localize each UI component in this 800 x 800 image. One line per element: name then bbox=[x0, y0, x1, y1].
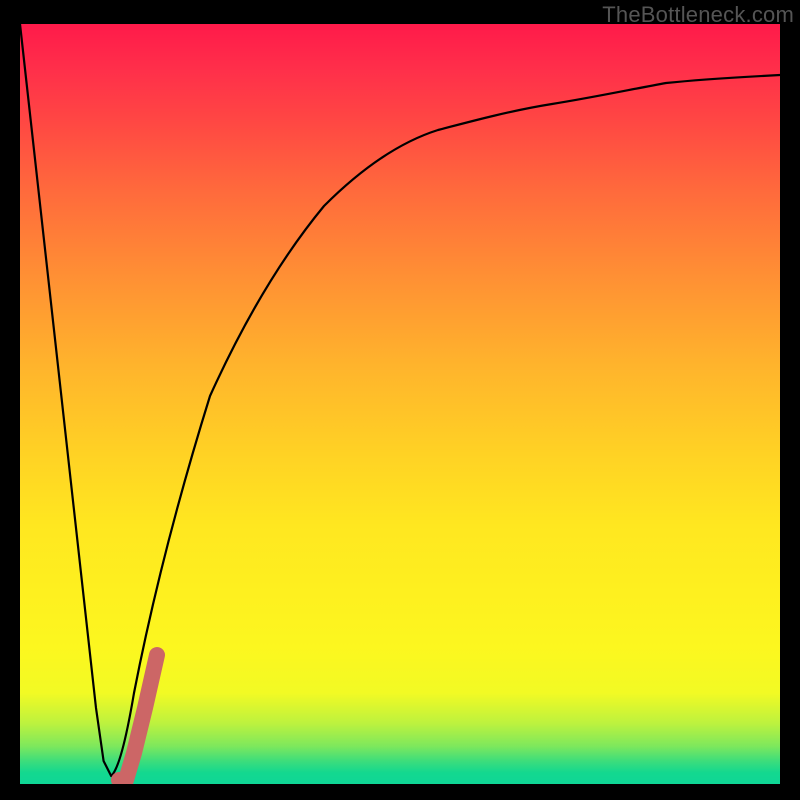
watermark-text: TheBottleneck.com bbox=[602, 2, 794, 28]
chart-container: TheBottleneck.com bbox=[0, 0, 800, 800]
bottleneck-curve-path bbox=[20, 24, 780, 776]
plot-area bbox=[20, 24, 780, 784]
curve-layer bbox=[20, 24, 780, 784]
